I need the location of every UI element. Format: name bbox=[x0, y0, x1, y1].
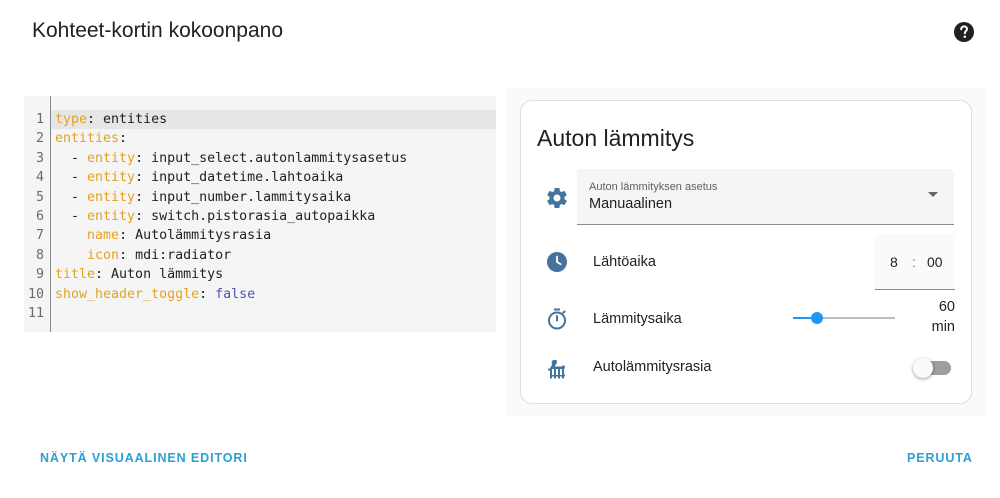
yaml-text bbox=[55, 248, 87, 263]
heating-mode-select[interactable]: Auton lämmityksen asetus Manuaalinen bbox=[577, 169, 954, 225]
code-line[interactable]: show_header_toggle: false bbox=[51, 285, 496, 304]
heating-time-value: 60 min bbox=[915, 297, 955, 337]
line-number: 5 bbox=[35, 189, 44, 205]
card-title: Auton lämmitys bbox=[537, 125, 695, 151]
select-label: Auton lämmityksen asetus bbox=[589, 181, 718, 193]
dialog-title: Kohteet-kortin kokoonpano bbox=[32, 19, 284, 42]
slider-value-number: 60 bbox=[938, 299, 955, 315]
yaml-text: - bbox=[55, 150, 88, 166]
minute-field[interactable]: 00 bbox=[927, 254, 943, 270]
clock-icon bbox=[547, 252, 567, 272]
line-number: 2 bbox=[35, 131, 44, 147]
help-circle-icon[interactable] bbox=[952, 20, 976, 44]
yaml-text: - bbox=[55, 170, 88, 186]
slider-value-unit: min bbox=[931, 319, 955, 335]
yaml-key: entity bbox=[87, 150, 136, 166]
line-number: 10 bbox=[27, 286, 44, 302]
yaml-text: : entities bbox=[87, 112, 168, 127]
code-line[interactable]: icon: mdi:radiator bbox=[51, 246, 496, 265]
timer-icon bbox=[548, 308, 566, 330]
socket-toggle[interactable] bbox=[913, 358, 933, 378]
yaml-key: icon bbox=[87, 247, 120, 263]
code-line[interactable]: type: entities bbox=[51, 110, 496, 130]
code-lines[interactable]: type: entities entities: - entity: input_… bbox=[51, 110, 496, 323]
departure-time-input[interactable]: 8 : 00 bbox=[875, 234, 955, 290]
cancel-button[interactable]: PERUUTA bbox=[907, 451, 973, 465]
show-visual-editor-button[interactable]: NÄYTÄ VISUAALINEN EDITORI bbox=[40, 451, 248, 465]
code-line[interactable]: - entity: input_select.autonlammitysaset… bbox=[51, 149, 496, 168]
departure-time-label: Lähtöaika bbox=[593, 254, 656, 270]
select-value: Manuaalinen bbox=[589, 196, 673, 212]
code-line[interactable]: - entity: switch.pistorasia_autopaikka bbox=[51, 207, 496, 226]
yaml-key: title bbox=[55, 267, 96, 283]
yaml-key: entity bbox=[87, 189, 136, 205]
yaml-text: : bbox=[199, 286, 216, 302]
hour-field[interactable]: 8 bbox=[890, 254, 898, 270]
heating-time-slider[interactable] bbox=[793, 312, 895, 324]
yaml-code-editor[interactable]: 1 2 3 4 5 6 7 8 9 10 11 type: entities entities: - … bbox=[24, 96, 496, 332]
yaml-text: : switch.pistorasia_autopaikka bbox=[135, 208, 376, 224]
dialog: Kohteet-kortin kokoonpano 1 2 3 4 5 6 7 8 9 10 11 … bbox=[0, 0, 1000, 498]
line-number: 9 bbox=[35, 267, 44, 283]
code-line[interactable]: name: Autolämmitysrasia bbox=[51, 226, 496, 245]
yaml-text: : Autolämmitysrasia bbox=[119, 228, 272, 244]
code-line[interactable]: - entity: input_datetime.lahtoaika bbox=[51, 168, 496, 187]
entities-card: Auton lämmitys Auton lämmityksen asetus … bbox=[520, 100, 972, 404]
code-line[interactable]: title: Auton lämmitys bbox=[51, 265, 496, 284]
gear-icon bbox=[547, 188, 567, 208]
time-separator: : bbox=[912, 254, 916, 270]
socket-switch-label: Autolämmitysrasia bbox=[593, 359, 712, 375]
line-number-gutter: 1 2 3 4 5 6 7 8 9 10 11 bbox=[24, 110, 50, 323]
code-line[interactable]: - entity: input_number.lammitysaika bbox=[51, 188, 496, 207]
yaml-text: : Auton lämmitys bbox=[95, 267, 224, 283]
chevron-down-icon[interactable] bbox=[928, 192, 938, 197]
heating-time-label: Lämmitysaika bbox=[593, 311, 682, 327]
yaml-text: : input_select.autonlammitysasetus bbox=[135, 150, 408, 166]
yaml-text: : bbox=[119, 131, 128, 147]
yaml-key: show_header_toggle bbox=[55, 286, 200, 302]
yaml-boolean: false bbox=[215, 286, 256, 302]
yaml-key: entity bbox=[87, 208, 136, 224]
yaml-key: name bbox=[87, 228, 120, 244]
line-number: 8 bbox=[35, 247, 44, 263]
yaml-key: entities bbox=[55, 131, 120, 147]
line-number: 7 bbox=[35, 228, 44, 244]
line-number: 1 bbox=[35, 112, 44, 127]
line-number: 3 bbox=[35, 150, 44, 166]
yaml-text bbox=[55, 228, 87, 243]
yaml-text: : input_datetime.lahtoaika bbox=[135, 170, 344, 186]
line-number: 11 bbox=[27, 305, 44, 321]
yaml-text: - bbox=[55, 189, 88, 205]
code-line[interactable]: entities: bbox=[51, 129, 496, 148]
radiator-icon bbox=[548, 360, 565, 379]
yaml-key: type bbox=[55, 112, 88, 127]
line-number: 4 bbox=[35, 170, 44, 186]
code-line[interactable] bbox=[51, 304, 496, 323]
line-number: 6 bbox=[35, 208, 44, 224]
yaml-text: : mdi:radiator bbox=[119, 247, 232, 263]
slider-thumb[interactable] bbox=[811, 312, 824, 324]
yaml-key: entity bbox=[87, 170, 136, 186]
yaml-text: : input_number.lammitysaika bbox=[135, 189, 352, 205]
yaml-text: - bbox=[55, 208, 88, 224]
